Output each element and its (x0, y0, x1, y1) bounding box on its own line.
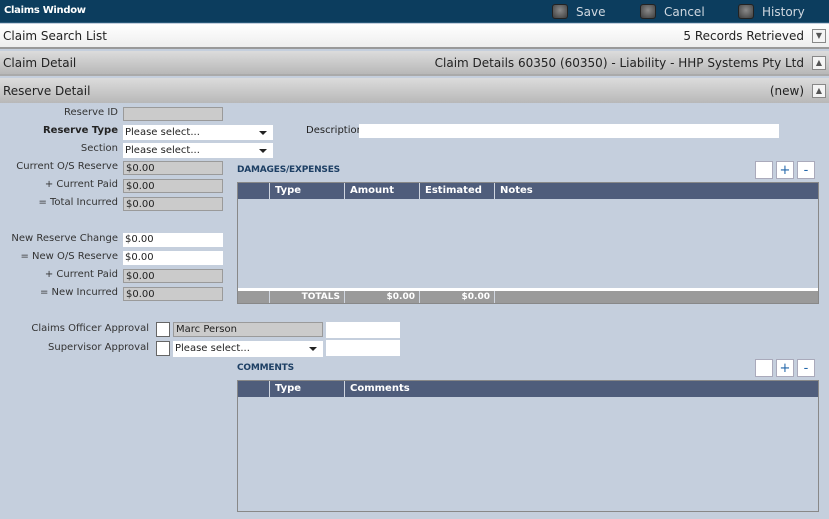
reserve-id-label: Reserve ID (63, 107, 118, 118)
new-os-input[interactable]: $0.00 (123, 251, 223, 265)
section-label: Section (80, 143, 118, 154)
damages-table: Type Amount Estimated Notes TOTALS $0.00… (237, 182, 819, 304)
current-paid-label: + Current Paid (44, 179, 118, 190)
column-select (238, 381, 243, 397)
officer-name-field: Marc Person (173, 322, 323, 337)
chevron-down-icon[interactable]: ▼ (812, 28, 826, 43)
damages-title: DAMAGES/EXPENSES (237, 165, 340, 175)
chevron-up-icon[interactable]: ▲ (812, 83, 826, 98)
add-comment-button[interactable]: + (776, 359, 794, 377)
totals-estimated: $0.00 (419, 291, 494, 303)
table-header: Type Comments (238, 381, 818, 397)
history-label: History (762, 4, 805, 19)
section-title: Claim Detail (3, 55, 77, 70)
new-incurred-field: $0.00 (123, 287, 223, 301)
save-label: Save (576, 4, 606, 19)
supervisor-approval-date[interactable] (326, 340, 400, 356)
save-icon (552, 4, 568, 19)
blank-button[interactable] (755, 359, 773, 377)
current-paid-field: $0.00 (123, 179, 223, 193)
column-amount[interactable]: Amount (344, 183, 394, 199)
description-input[interactable] (359, 124, 779, 138)
current-os-field: $0.00 (123, 161, 223, 175)
cancel-button[interactable]: Cancel (640, 3, 705, 20)
reserve-id-field (123, 107, 223, 121)
current-paid-label: + Current Paid (44, 269, 118, 280)
comments-table: Type Comments (237, 380, 819, 512)
supervisor-approval-checkbox[interactable] (156, 341, 170, 356)
officer-approval-checkbox[interactable] (156, 322, 170, 337)
remove-damage-button[interactable]: - (797, 161, 815, 179)
new-reserve-change-label: New Reserve Change (11, 233, 118, 244)
supervisor-select[interactable]: Please select... (173, 341, 323, 357)
totals-notes (494, 291, 819, 303)
section-select[interactable]: Please select... (123, 143, 273, 158)
claim-detail-header[interactable]: Claim Detail Claim Details 60350 (60350)… (0, 51, 829, 76)
history-icon (738, 4, 754, 19)
new-reserve-change-input[interactable]: $0.00 (123, 233, 223, 247)
title-bar: Claims Window Save Cancel History (0, 0, 829, 23)
reserve-type-label: Reserve Type (42, 125, 118, 136)
cancel-icon (640, 4, 656, 19)
remove-comment-button[interactable]: - (797, 359, 815, 377)
records-count: 5 Records Retrieved (683, 28, 804, 43)
totals-row: TOTALS $0.00 $0.00 (238, 288, 818, 303)
window-title: Claims Window (4, 5, 86, 16)
new-incurred-label: = New Incurred (40, 287, 118, 298)
officer-approval-label: Claims Officer Approval (31, 323, 149, 334)
supervisor-approval-label: Supervisor Approval (48, 342, 149, 353)
column-type[interactable]: Type (269, 381, 301, 397)
save-button[interactable]: Save (552, 3, 605, 20)
column-notes[interactable]: Notes (494, 183, 533, 199)
totals-label: TOTALS (269, 291, 344, 303)
current-os-label: Current O/S Reserve (16, 161, 118, 172)
cancel-label: Cancel (664, 4, 705, 19)
add-damage-button[interactable]: + (776, 161, 794, 179)
total-incurred-label: = Total Incurred (38, 197, 118, 208)
section-title: Claim Search List (3, 28, 107, 43)
comments-title: COMMENTS (237, 363, 294, 373)
blank-button[interactable] (755, 161, 773, 179)
table-header: Type Amount Estimated Notes (238, 183, 818, 199)
section-title: Reserve Detail (3, 83, 91, 98)
reserve-type-select[interactable]: Please select... (123, 125, 273, 140)
claim-summary: Claim Details 60350 (60350) - Liability … (434, 55, 804, 70)
column-estimated[interactable]: Estimated (419, 183, 482, 199)
reserve-status: (new) (769, 83, 804, 98)
column-type[interactable]: Type (269, 183, 301, 199)
total-incurred-field: $0.00 (123, 197, 223, 211)
officer-approval-date[interactable] (326, 322, 400, 338)
reserve-detail-header[interactable]: Reserve Detail (new) ▲ (0, 78, 829, 103)
description-label: Description (306, 125, 363, 136)
history-button[interactable]: History (738, 3, 805, 20)
chevron-up-icon[interactable]: ▲ (812, 55, 826, 70)
claim-search-list-header[interactable]: Claim Search List 5 Records Retrieved ▼ (0, 24, 829, 49)
totals-amount: $0.00 (344, 291, 419, 303)
new-os-label: = New O/S Reserve (20, 251, 118, 262)
column-select (238, 183, 243, 199)
current-paid-field: $0.00 (123, 269, 223, 283)
column-comments[interactable]: Comments (344, 381, 410, 397)
